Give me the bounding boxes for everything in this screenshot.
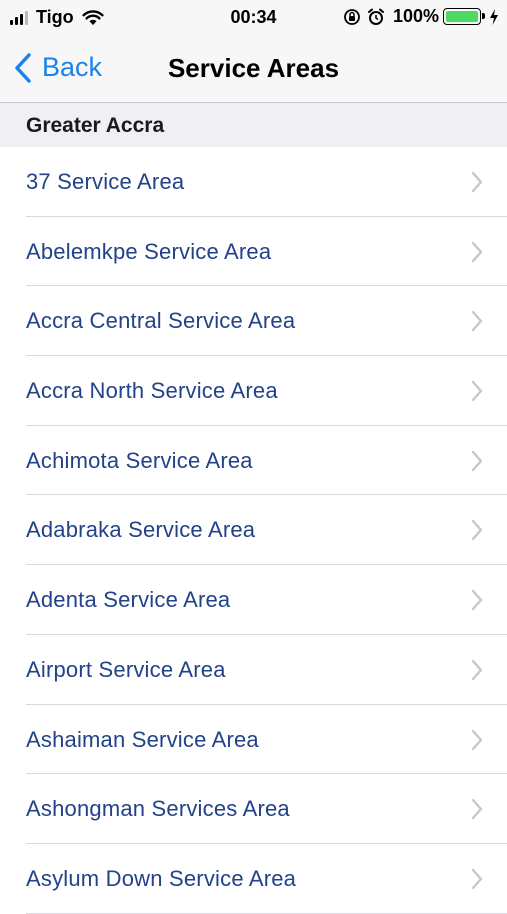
battery-icon [443, 8, 485, 25]
battery-percent: 100% [392, 6, 439, 26]
list-item[interactable]: Adenta Service Area [0, 565, 507, 635]
list-item[interactable]: Ashongman Services Area [0, 774, 507, 844]
list-item-label: 37 Service Area [26, 169, 185, 194]
list-item[interactable]: Ashaiman Service Area [0, 705, 507, 775]
chevron-right-icon [471, 171, 483, 193]
chevron-right-icon [471, 868, 483, 890]
section-header: Greater Accra [0, 103, 507, 147]
chevron-right-icon [471, 798, 483, 820]
list-item-label: Adabraka Service Area [26, 517, 256, 543]
chevron-right-icon [471, 450, 483, 471]
list-item[interactable]: 37 Service Area [0, 147, 507, 217]
list-item-label: Accra Central Service Area [26, 308, 296, 334]
list-item[interactable]: Accra Central Service Area [0, 286, 507, 356]
battery-tip [482, 13, 485, 19]
chevron-right-icon [471, 729, 483, 750]
section-header-label: Greater Accra [26, 114, 165, 137]
chevron-right-icon [471, 659, 483, 681]
page-title: Service Areas [167, 53, 340, 83]
alarm-icon [367, 8, 384, 25]
list-item[interactable]: Airport Service Area [0, 635, 507, 705]
list-item-label: Ashongman Services Area [26, 796, 290, 822]
list-item[interactable]: Adabraka Service Area [0, 495, 507, 565]
chevron-right-icon [471, 311, 483, 332]
chevron-right-icon [471, 589, 483, 611]
list-item[interactable]: Accra North Service Area [0, 356, 507, 426]
status-bar: Tigo 00:34 100% [0, 0, 507, 36]
list-item[interactable]: Achimota Service Area [0, 426, 507, 496]
battery-fill [446, 11, 478, 22]
list-item-label: Airport Service Area [26, 656, 226, 682]
list-item-label: Ashaiman Service Area [26, 726, 259, 752]
charging-bolt-icon [490, 8, 498, 25]
status-right: 100% [337, 6, 499, 27]
orientation-lock-icon [344, 8, 360, 25]
list-item-label: Abelemkpe Service Area [26, 238, 272, 264]
navigation-bar: Back Service Areas [0, 36, 507, 103]
chevron-right-icon [471, 380, 483, 402]
list-item-label: Achimota Service Area [26, 447, 253, 473]
list-item-label: Asylum Down Service Area [26, 865, 297, 891]
chevron-right-icon [471, 241, 483, 262]
chevron-right-icon [471, 520, 483, 541]
list-item-label: Adenta Service Area [26, 587, 231, 613]
list-item[interactable]: Abelemkpe Service Area [0, 217, 507, 287]
list-item[interactable]: Asylum Down Service Area [0, 844, 507, 914]
service-area-list: 37 Service Area Abelemkpe Service Area A… [0, 147, 507, 914]
list-item-label: Accra North Service Area [26, 378, 278, 404]
